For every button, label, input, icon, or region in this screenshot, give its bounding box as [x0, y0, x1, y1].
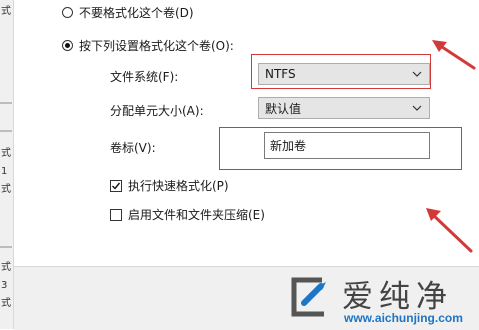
allocation-unit-label: 分配单元大小(A):: [110, 104, 204, 118]
background-text-fragment: 式: [1, 262, 11, 273]
annotation-highlight-volume-label: [219, 127, 462, 170]
watermark-url: www.aichunjing.com: [344, 311, 463, 325]
annotation-arrow-icon: [432, 40, 476, 70]
site-logo-icon: [291, 277, 326, 317]
radio-no-format[interactable]: 不要格式化这个卷(D): [62, 4, 194, 21]
allocation-unit-select[interactable]: 默认值: [258, 97, 430, 119]
background-text-fragment: 3: [1, 280, 8, 291]
chevron-down-icon: [412, 105, 422, 111]
background-window-strip: 式 式 1 式 式 3 式: [0, 0, 14, 329]
background-text-fragment: 式: [1, 148, 11, 159]
watermark-title: 爱纯净: [342, 279, 453, 315]
divider: [0, 246, 12, 248]
radio-format-with-settings-label: 按下列设置格式化这个卷(O):: [79, 39, 234, 53]
checkmark-icon: [112, 182, 121, 190]
file-system-label: 文件系统(F):: [110, 70, 179, 84]
radio-button-selected[interactable]: [62, 40, 73, 51]
compression-checkbox[interactable]: [110, 208, 122, 221]
radio-format-with-settings[interactable]: 按下列设置格式化这个卷(O):: [62, 37, 234, 54]
divider: [0, 130, 12, 132]
compression-label: 启用文件和文件夹压缩(E): [128, 208, 265, 222]
radio-no-format-label: 不要格式化这个卷(D): [79, 6, 194, 20]
quick-format-checkbox[interactable]: [110, 179, 122, 192]
watermark-logo: 爱纯净 www.aichunjing.com: [282, 270, 479, 329]
background-text-fragment: 式: [1, 298, 11, 309]
background-text-fragment: 式: [1, 184, 11, 195]
radio-button[interactable]: [62, 7, 73, 18]
annotation-highlight-file-system: [251, 54, 431, 89]
quick-format-label: 执行快速格式化(P): [128, 179, 229, 193]
allocation-unit-value: 默认值: [265, 101, 302, 116]
quick-format-option[interactable]: 执行快速格式化(P): [110, 177, 229, 194]
background-text-fragment: 1: [1, 166, 8, 177]
background-text-fragment: 式: [1, 6, 11, 17]
volume-label-label: 卷标(V):: [110, 141, 156, 155]
divider: [0, 102, 12, 104]
annotation-arrow-icon: [426, 208, 473, 253]
compression-option[interactable]: 启用文件和文件夹压缩(E): [110, 206, 265, 223]
